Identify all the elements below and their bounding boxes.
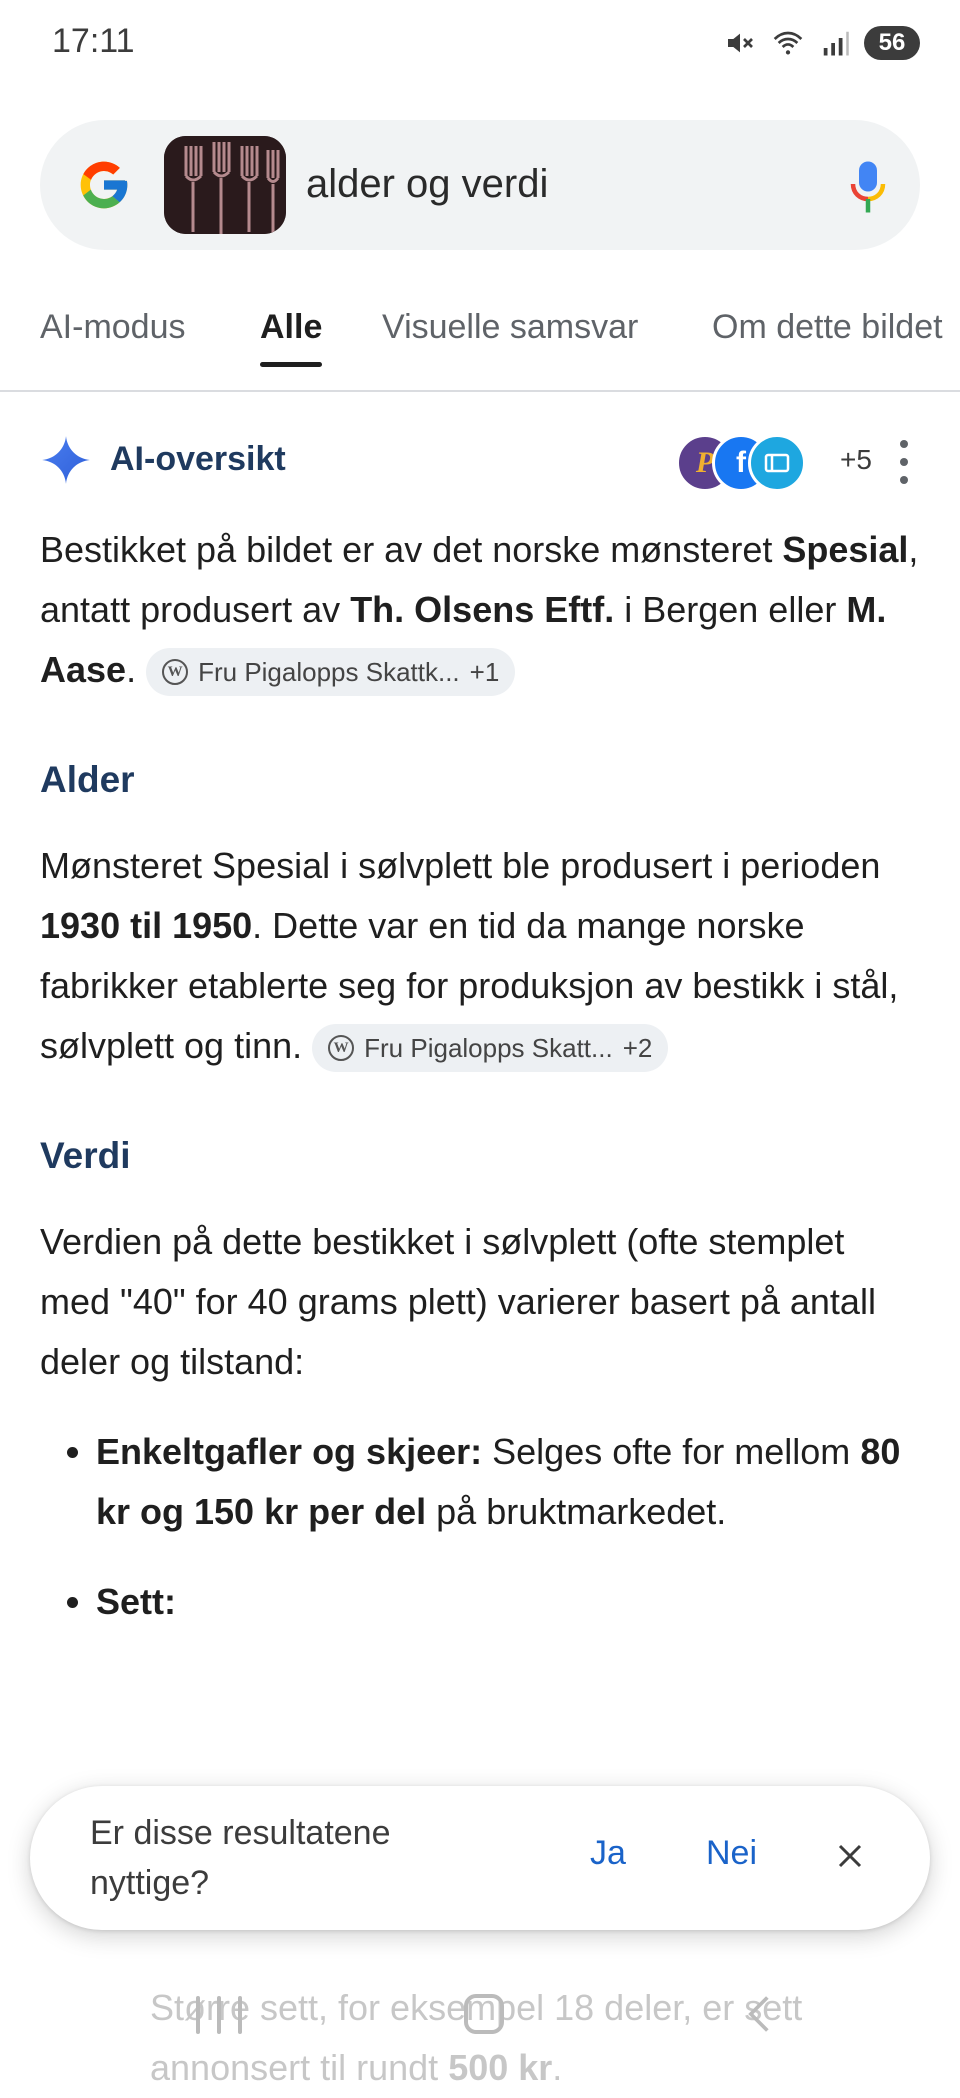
ai-overview-header: AI-oversikt P f +5 xyxy=(40,430,920,492)
more-options-icon[interactable] xyxy=(892,440,916,484)
feedback-prompt: Er disse resultatene nyttige? Ja Nei xyxy=(30,1786,930,1930)
source-chip-label: Fru Pigalopps Skattk... xyxy=(198,657,460,688)
list-item-text: på bruktmarkedet. xyxy=(426,1491,727,1532)
source-chip[interactable]: W Fru Pigalopps Skatt... +2 xyxy=(312,1024,669,1073)
tab-ai-mode[interactable]: AI-modus xyxy=(40,308,186,347)
battery-icon: 56 xyxy=(864,26,920,60)
list-item-text: Selges ofte for mellom xyxy=(482,1431,861,1472)
verdi-paragraph: Verdien på dette bestikket i sølvplett (… xyxy=(40,1221,876,1382)
mic-icon[interactable] xyxy=(850,158,886,216)
wordpress-icon: W xyxy=(162,659,189,686)
alder-paragraph: Mønsteret Spesial i sølvplett ble produs… xyxy=(40,836,920,1076)
system-nav-bar xyxy=(0,1990,960,2060)
intro-bold: Th. Olsens Eftf. xyxy=(350,589,615,630)
source-chip-label: Fru Pigalopps Skatt... xyxy=(364,1033,613,1064)
search-query[interactable]: alder og verdi xyxy=(306,162,548,207)
intro-text: i Bergen eller xyxy=(614,589,847,630)
window-icon xyxy=(764,453,790,473)
recent-apps-icon[interactable] xyxy=(196,1996,242,2034)
tab-visual-matches[interactable]: Visuelle samsvar xyxy=(382,308,638,347)
tab-about-image[interactable]: Om dette bildet xyxy=(712,308,943,347)
back-icon[interactable] xyxy=(738,1992,782,2036)
list-item-bold: Sett: xyxy=(96,1581,176,1622)
home-icon[interactable] xyxy=(464,1994,504,2034)
close-x-icon xyxy=(838,1844,862,1868)
google-logo-icon xyxy=(80,161,128,209)
ai-overview-content: Bestikket på bildet er av det norske møn… xyxy=(40,520,920,1662)
status-icons: 56 xyxy=(724,26,920,60)
ai-overview-title: AI-oversikt xyxy=(110,440,286,478)
source-app-icon[interactable] xyxy=(748,434,806,492)
mute-icon xyxy=(728,33,753,53)
status-bar: 17:11 56 xyxy=(0,0,960,96)
verdi-list: Enkeltgafler og skjeer: Selges ofte for … xyxy=(40,1422,920,1632)
list-item: Enkeltgafler og skjeer: Selges ofte for … xyxy=(96,1422,920,1542)
intro-bold: Spesial xyxy=(782,529,909,570)
forks-image xyxy=(164,136,286,234)
tab-all[interactable]: Alle xyxy=(260,308,322,347)
intro-text: . xyxy=(126,649,137,690)
close-icon[interactable] xyxy=(820,1826,880,1886)
source-chip[interactable]: W Fru Pigalopps Skattk... +1 xyxy=(146,648,516,697)
intro-paragraph: Bestikket på bildet er av det norske møn… xyxy=(40,520,920,700)
section-heading-verdi: Verdi xyxy=(40,1135,131,1176)
status-time: 17:11 xyxy=(52,22,135,60)
intro-text: Bestikket på bildet er av det norske møn… xyxy=(40,529,783,570)
source-chip-count: +1 xyxy=(469,657,500,688)
signal-icon xyxy=(823,31,849,56)
more-sources-count[interactable]: +5 xyxy=(840,444,872,476)
image-thumbnail[interactable] xyxy=(164,136,286,234)
list-item-bold: Enkeltgafler og skjeer: xyxy=(96,1431,483,1472)
active-tab-indicator xyxy=(260,362,322,367)
search-bar[interactable]: alder og verdi xyxy=(40,120,920,250)
feedback-question: Er disse resultatene nyttige? xyxy=(90,1814,391,1902)
list-item: Sett: xyxy=(96,1572,920,1632)
source-avatars[interactable]: P f +5 xyxy=(676,430,876,492)
gemini-sparkle-icon xyxy=(42,436,90,484)
tab-bar: AI-modus Alle Visuelle samsvar Om dette … xyxy=(0,290,960,392)
feedback-no-button[interactable]: Nei xyxy=(706,1834,757,1873)
alder-text: Mønsteret Spesial i sølvplett ble produs… xyxy=(40,845,881,886)
feedback-yes-button[interactable]: Ja xyxy=(590,1834,626,1873)
wordpress-icon: W xyxy=(328,1035,355,1062)
alder-bold: 1930 til 1950 xyxy=(40,905,253,946)
source-chip-count: +2 xyxy=(622,1033,653,1064)
wifi-icon xyxy=(773,31,803,55)
section-heading-alder: Alder xyxy=(40,759,135,800)
